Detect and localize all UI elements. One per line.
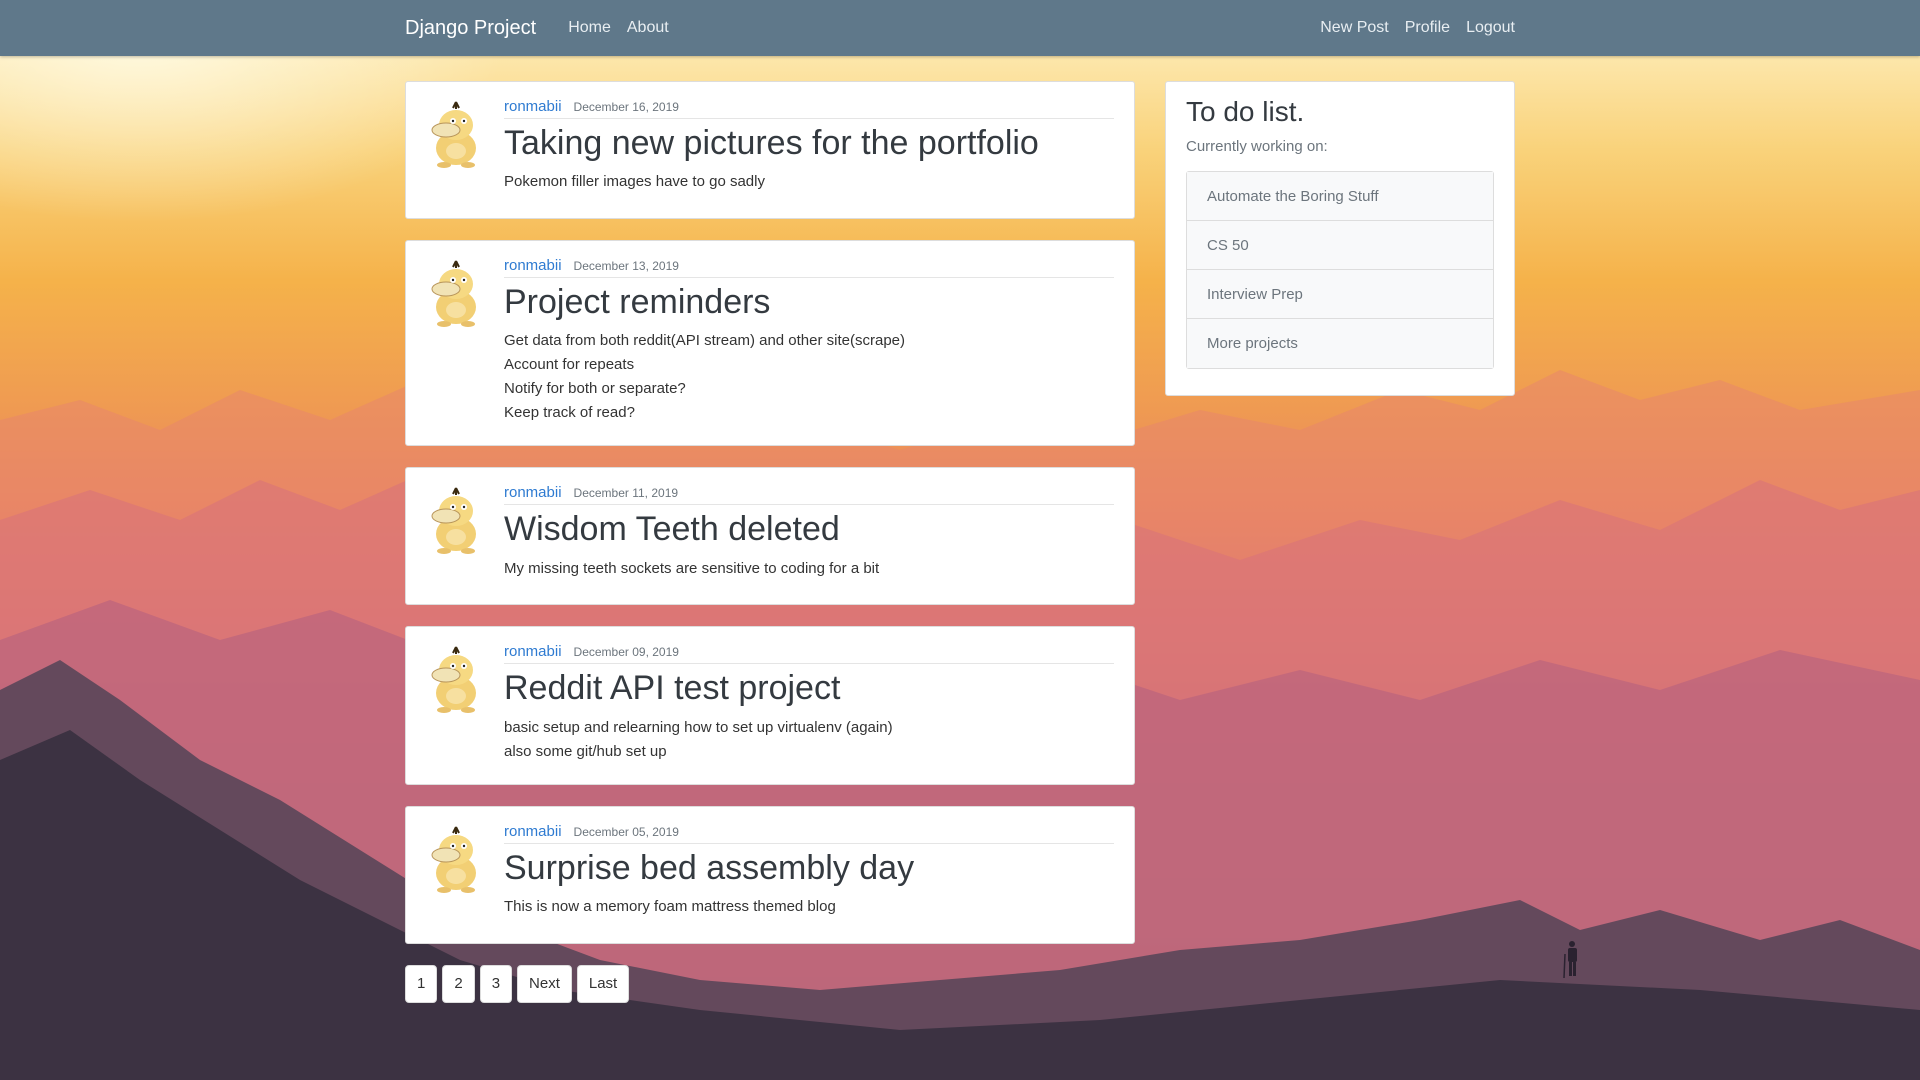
todo-item[interactable]: CS 50 [1187,221,1493,270]
post-content-line: Notify for both or separate? [504,380,686,398]
last-page-button[interactable]: Last [576,964,630,1003]
page-3-button[interactable]: 3 [479,964,513,1003]
brand-link[interactable]: Django Project [405,17,536,40]
post-card: ronmabii December 09, 2019 Reddit API te… [405,626,1135,785]
todo-sidebar: To do list. Currently working on: Automa… [1165,81,1515,396]
post-body: ronmabii December 09, 2019 Reddit API te… [504,643,1114,763]
post-meta: ronmabii December 11, 2019 [504,484,1114,506]
post-title-link[interactable]: Taking new pictures for the portfolio [504,124,1114,162]
post-author-link[interactable]: ronmabii [504,643,562,660]
psyduck-avatar-icon[interactable] [426,484,486,556]
post-body: ronmabii December 16, 2019 Taking new pi… [504,98,1114,198]
post-content-line: Account for repeats [504,356,635,374]
post-title-link[interactable]: Wisdom Teeth deleted [504,510,1114,548]
post-date: December 16, 2019 [573,100,679,114]
post-meta: ronmabii December 09, 2019 [504,643,1114,665]
psyduck-avatar-icon[interactable] [426,257,486,329]
post-author-link[interactable]: ronmabii [504,823,562,840]
sidebar-title: To do list. [1186,96,1305,127]
nav-link-home[interactable]: Home [568,19,611,37]
post-content-line: basic setup and relearning how to set up… [504,718,893,736]
post-title-link[interactable]: Reddit API test project [504,669,1114,707]
todo-list: Automate the Boring Stuff CS 50 Intervie… [1186,171,1494,369]
post-meta: ronmabii December 16, 2019 [504,98,1114,119]
hiker-silhouette-image [1563,941,1577,979]
post-body: ronmabii December 05, 2019 Surprise bed … [504,823,1114,923]
post-card: ronmabii December 11, 2019 Wisdom Teeth … [405,467,1135,606]
nav-link-about[interactable]: About [627,19,669,37]
post-card: ronmabii December 05, 2019 Surprise bed … [405,805,1135,944]
pagination: 1 2 3 Next Last [405,964,1135,1003]
nav-link-logout[interactable]: Logout [1466,19,1515,37]
navbar-right-group: New Post Profile Logout [1304,19,1515,37]
top-navbar: Django Project Home About New Post Profi… [0,0,1920,56]
post-card: ronmabii December 16, 2019 Taking new pi… [405,81,1135,219]
psyduck-avatar-icon[interactable] [426,823,486,895]
sidebar-subtitle: Currently working on: [1186,138,1328,155]
post-content-line: This is now a memory foam mattress theme… [504,898,836,916]
post-author-link[interactable]: ronmabii [504,257,562,274]
page-2-button[interactable]: 2 [442,964,475,1003]
psyduck-avatar-icon[interactable] [426,643,486,715]
post-title-link[interactable]: Surprise bed assembly day [504,849,1114,887]
todo-item[interactable]: Automate the Boring Stuff [1187,172,1493,221]
post-content-line: My missing teeth sockets are sensitive t… [504,559,880,577]
navbar-container: Django Project Home About New Post Profi… [405,0,1515,56]
post-meta: ronmabii December 13, 2019 [504,257,1114,278]
post-author-link[interactable]: ronmabii [504,98,562,115]
nav-link-profile[interactable]: Profile [1405,19,1450,37]
post-content-line: Keep track of read? [504,404,635,422]
nav-link-new-post[interactable]: New Post [1320,19,1388,37]
page-1-button[interactable]: 1 [405,964,438,1003]
psyduck-avatar-icon[interactable] [426,98,486,170]
post-title-link[interactable]: Project reminders [504,283,1114,321]
todo-item[interactable]: Interview Prep [1187,270,1493,319]
next-page-button[interactable]: Next [517,964,572,1003]
post-date: December 05, 2019 [573,824,679,839]
post-content-line: also some git/hub set up [504,742,667,760]
post-date: December 13, 2019 [573,259,679,273]
post-body: ronmabii December 11, 2019 Wisdom Teeth … [504,484,1114,584]
posts-column: ronmabii December 16, 2019 Taking new pi… [405,81,1135,1003]
post-body: ronmabii December 13, 2019 Project remin… [504,257,1114,425]
post-author-link[interactable]: ronmabii [504,484,562,501]
post-card: ronmabii December 13, 2019 Project remin… [405,240,1135,447]
post-content-line: Get data from both reddit(API stream) an… [504,332,906,350]
post-date: December 11, 2019 [573,486,679,501]
post-meta: ronmabii December 05, 2019 [504,823,1114,844]
todo-item[interactable]: More projects [1187,319,1493,368]
post-content-line: Pokemon filler images have to go sadly [504,173,765,191]
post-date: December 09, 2019 [573,645,679,660]
